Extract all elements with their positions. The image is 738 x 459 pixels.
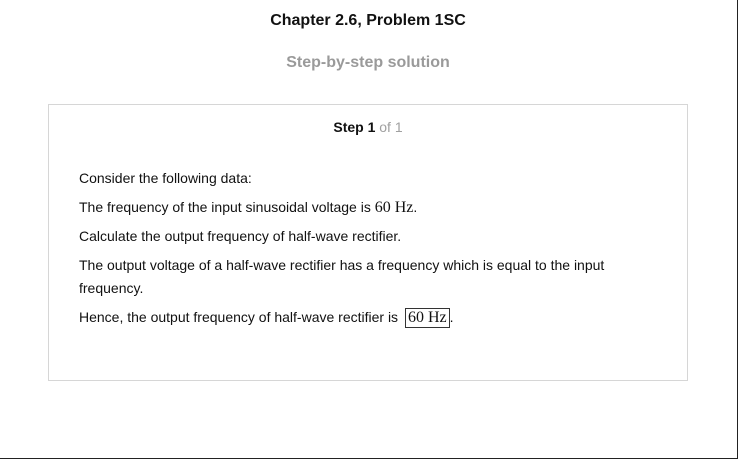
period: .	[449, 309, 454, 325]
period: .	[413, 199, 418, 215]
step-label: Step 1	[333, 119, 376, 135]
step-count: of 1	[379, 119, 403, 135]
input-frequency-statement: The frequency of the input sinusoidal vo…	[79, 196, 639, 219]
conclusion-text: Hence, the output frequency of half-wave…	[79, 309, 399, 325]
final-answer-box: 60 Hz	[404, 308, 450, 328]
conclusion-statement: Hence, the output frequency of half-wave…	[79, 306, 639, 329]
input-frequency-text: The frequency of the input sinusoidal vo…	[79, 199, 371, 215]
step-header: Step 1 of 1	[49, 119, 687, 135]
step-card: Step 1 of 1 Consider the following data:…	[48, 104, 688, 381]
step-body: Consider the following data: The frequen…	[79, 167, 639, 335]
task-statement: Calculate the output frequency of half-w…	[79, 228, 402, 244]
explanation-text: The output voltage of a half-wave rectif…	[79, 257, 605, 296]
given-data-intro: Consider the following data:	[79, 170, 252, 186]
input-frequency-value: 60 Hz	[374, 199, 414, 216]
chapter-title: Chapter 2.6, Problem 1SC	[270, 12, 466, 29]
solution-subtitle: Step-by-step solution	[286, 54, 450, 71]
